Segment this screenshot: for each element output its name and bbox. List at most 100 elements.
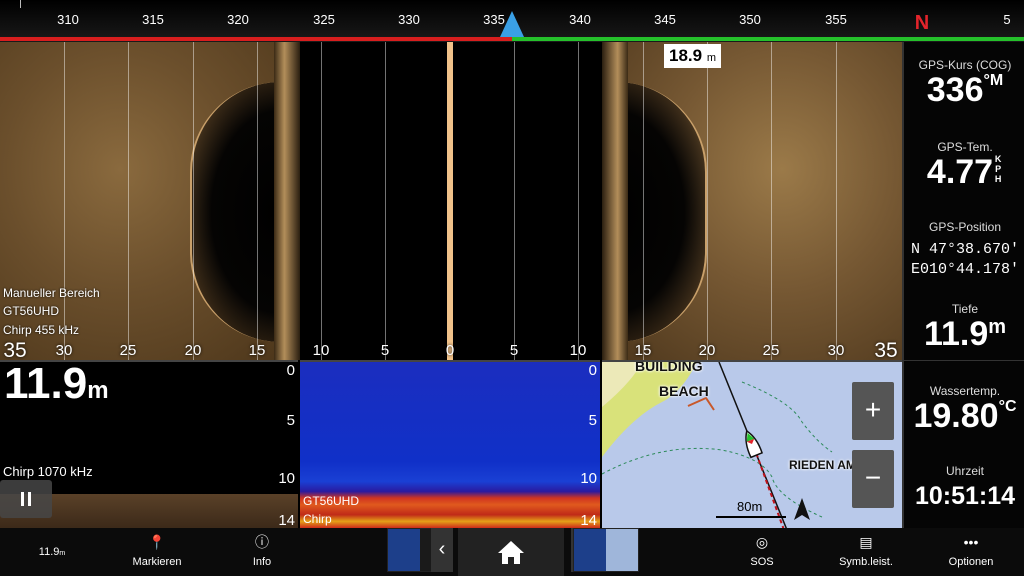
heading-pointer-icon <box>500 11 524 37</box>
sidescan-water-column-edge <box>274 42 300 360</box>
depth-scale-label: 0 <box>588 362 597 379</box>
options-button[interactable]: ••• Optionen <box>936 528 1006 576</box>
depth-readout-widget[interactable]: 11.9m <box>26 528 78 576</box>
range-label: 0 <box>445 342 455 359</box>
map-scale-label: 80m <box>737 499 763 514</box>
toolbar-depth-unit: m <box>59 550 66 557</box>
range-gridline <box>643 42 644 360</box>
depth-overlay-unit: m <box>87 377 109 404</box>
depth-scale-label: 5 <box>588 412 597 429</box>
data-sidebar[interactable]: GPS-Kurs (COG) 336°M GPS-Tem. 4.77KPH GP… <box>902 42 1024 528</box>
cog-label: GPS-Kurs (COG) <box>918 58 1012 72</box>
depth-marker-value: 18.9 <box>669 46 703 65</box>
pause-button[interactable] <box>0 480 52 518</box>
zoom-out-button[interactable]: − <box>852 450 894 508</box>
map-label-building: BUILDING <box>635 360 703 374</box>
heading-label: 345 <box>654 12 676 27</box>
sog-readout: GPS-Tem. 4.77KPH <box>904 140 1024 190</box>
range-label: 25 <box>762 342 780 359</box>
sidescan-centerline <box>447 42 453 360</box>
transducer-label: GT56UHD <box>3 304 60 318</box>
bottom-toolbar: 11.9m 📍 Markieren ⓘ Info ‹ › ◎ SOS ▤ Sym… <box>0 528 1024 576</box>
frequency-label: Chirp 1070 kHz <box>3 464 93 479</box>
next-page-thumbnail[interactable] <box>573 528 639 572</box>
options-label: Optionen <box>948 556 994 568</box>
frequency-label: Chirp 455 kHz <box>3 323 80 337</box>
range-label: 15 <box>634 342 652 359</box>
cog-unit: °M <box>983 72 1004 89</box>
heading-tape: 310 315 320 325 330 335 340 345 350 355 … <box>0 0 1024 42</box>
depth-scale-label: 0 <box>286 362 295 379</box>
map-pin-icon: 📍 <box>148 534 166 550</box>
depth-readout: Tiefe 11.9m <box>904 302 1024 352</box>
transducer-label: GT56UHD <box>303 494 360 508</box>
range-label: 5 <box>380 342 390 359</box>
depth-scale-label: 5 <box>286 412 295 429</box>
sidebar-divider <box>904 360 1024 361</box>
depth-sonar-pane[interactable]: 11.9m 0 5 10 14 Chirp 1070 kHz <box>0 360 298 528</box>
depth-unit: m <box>988 316 1007 338</box>
gps-position-readout: GPS-Position N 47°38.670' E010°44.178' <box>904 220 1024 280</box>
depth-scale-label: 10 <box>580 470 597 487</box>
sos-button[interactable]: ◎ SOS <box>735 528 789 576</box>
tick-mark <box>20 0 21 8</box>
depth-marker-unit: m <box>706 52 716 64</box>
sog-value: 4.77 <box>926 153 994 191</box>
home-icon <box>498 541 524 564</box>
time-label: Uhrzeit <box>945 464 984 478</box>
heading-label: 355 <box>825 12 847 27</box>
range-label: 5 <box>509 342 519 359</box>
depth-label: Tiefe <box>951 302 979 316</box>
range-gridline <box>128 42 129 360</box>
symbol-bar-button[interactable]: ▤ Symb.leist. <box>828 528 904 576</box>
heading-label: 340 <box>569 12 591 27</box>
range-gridline <box>64 42 65 360</box>
range-label: 20 <box>184 342 202 359</box>
chart-map-pane[interactable]: BUILDING BEACH RIEDEN AM FOR + − 80m <box>602 360 902 528</box>
home-button[interactable] <box>458 528 564 576</box>
range-gridline <box>257 42 258 360</box>
depth-marker-tag: 18.9 m <box>664 44 721 68</box>
heading-label: 320 <box>227 12 249 27</box>
range-gridline <box>514 42 515 360</box>
vessel-icon <box>745 429 763 459</box>
range-label: 30 <box>827 342 845 359</box>
map-scale-bar <box>716 516 786 518</box>
heading-label: 5 <box>1003 12 1011 27</box>
chirp-sonar-pane[interactable]: 0 5 10 14 GT56UHD Chirp <box>300 360 600 528</box>
water-temp-unit: °C <box>998 398 1017 415</box>
depth-overlay-value: 11.9 <box>4 360 88 408</box>
zoom-in-button[interactable]: + <box>852 382 894 440</box>
range-label: 25 <box>119 342 137 359</box>
mark-button[interactable]: 📍 Markieren <box>118 528 196 576</box>
mark-label: Markieren <box>132 556 182 568</box>
sidescan-water-column-edge <box>602 42 628 360</box>
range-label: 20 <box>698 342 716 359</box>
toolbar-icon: ▤ <box>859 534 873 550</box>
toolbar-depth-value: 11.9 <box>38 546 60 558</box>
cog-value: 336 <box>926 71 984 109</box>
range-label: 10 <box>569 342 587 359</box>
sidescan-pane[interactable]: 18.9 m Manueller Bereich GT56UHD Chirp 4… <box>0 42 902 360</box>
depth-scale-label: 14 <box>278 512 295 528</box>
range-gridline <box>578 42 579 360</box>
sos-label: SOS <box>750 556 774 568</box>
beach-symbol <box>687 396 715 411</box>
range-gridline <box>385 42 386 360</box>
chevron-left-icon[interactable]: ‹ <box>431 528 453 572</box>
cog-readout: GPS-Kurs (COG) 336°M <box>904 58 1024 108</box>
range-gridline <box>771 42 772 360</box>
info-button[interactable]: ⓘ Info <box>230 528 294 576</box>
water-temp-value: 19.80 <box>913 397 999 435</box>
range-label: 30 <box>55 342 73 359</box>
heading-label: 330 <box>398 12 420 27</box>
depth-scale-label: 10 <box>278 470 295 487</box>
range-gridline <box>193 42 194 360</box>
time-readout: Uhrzeit 10:51:14 <box>904 464 1024 514</box>
map-label-beach: BEACH <box>659 383 709 399</box>
port-indicator-line <box>0 37 512 41</box>
range-gridline <box>321 42 322 360</box>
range-mode-label: Manueller Bereich <box>3 286 100 300</box>
depth-scale-label: 14 <box>580 512 597 528</box>
range-gridline <box>707 42 708 360</box>
